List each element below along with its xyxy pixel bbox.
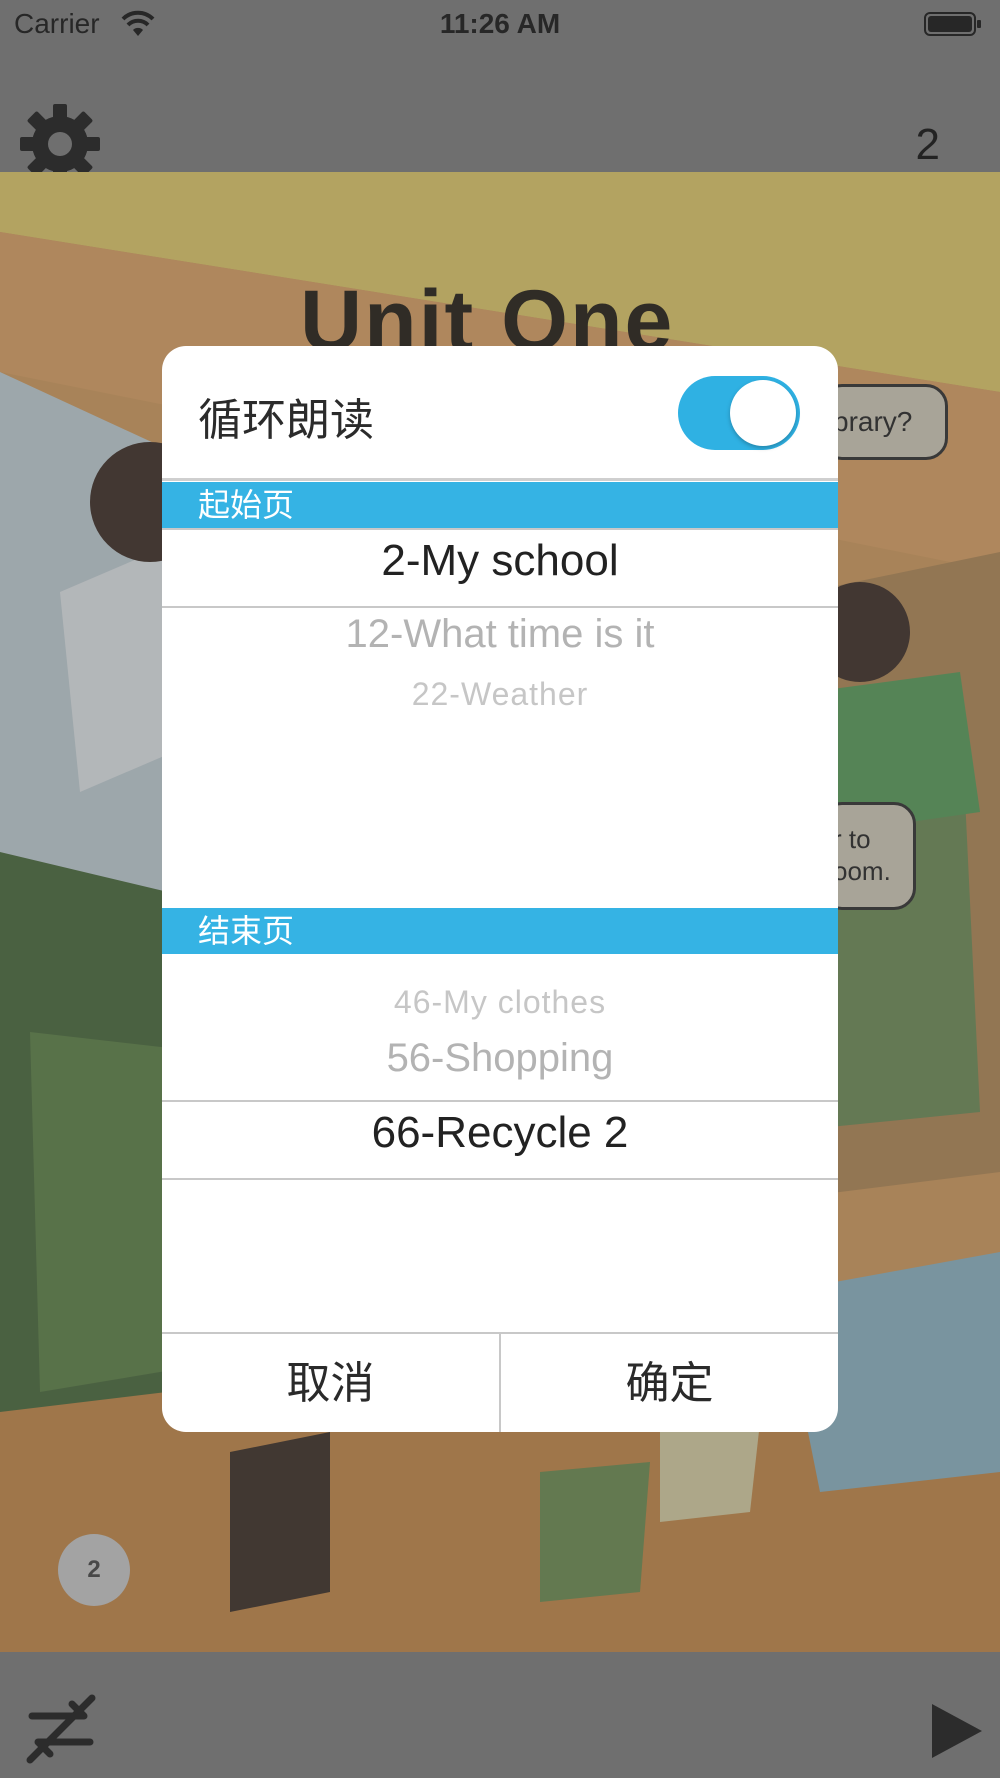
start-page-header: 起始页	[162, 482, 838, 528]
loop-reading-toggle[interactable]	[678, 376, 800, 450]
picker-selection-line	[162, 1178, 838, 1180]
loop-reading-label: 循环朗读	[198, 395, 374, 446]
end-page-picker[interactable]: 46-My clothes 56-Shopping 66-Recycle 2	[162, 954, 838, 1334]
picker-selection-line	[162, 1100, 838, 1102]
start-page-picker[interactable]: 2-My school 12-What time is it 22-Weathe…	[162, 528, 838, 908]
end-picker-option[interactable]: 56-Shopping	[162, 1036, 838, 1081]
end-page-header: 结束页	[162, 908, 838, 954]
picker-selection-line	[162, 528, 838, 530]
start-picker-selected[interactable]: 2-My school	[162, 536, 838, 586]
cancel-button[interactable]: 取消	[162, 1334, 499, 1432]
toggle-knob	[730, 380, 796, 446]
start-page-label: 起始页	[198, 486, 295, 524]
dialog-button-row: 取消 确定	[162, 1332, 838, 1432]
end-picker-option[interactable]: 46-My clothes	[162, 984, 838, 1021]
confirm-button[interactable]: 确定	[501, 1334, 838, 1432]
start-picker-option[interactable]: 12-What time is it	[162, 612, 838, 657]
end-picker-selected[interactable]: 66-Recycle 2	[162, 1108, 838, 1158]
loop-reading-dialog: 循环朗读 起始页 2-My school 12-What time is it …	[162, 346, 838, 1432]
divider	[162, 478, 838, 481]
end-page-label: 结束页	[198, 912, 295, 950]
start-picker-option[interactable]: 22-Weather	[162, 676, 838, 713]
picker-selection-line	[162, 606, 838, 608]
